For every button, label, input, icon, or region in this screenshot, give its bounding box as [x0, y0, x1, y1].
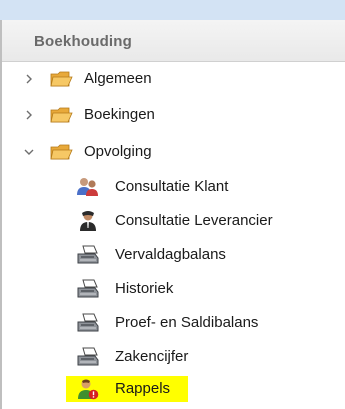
chevron-right-icon[interactable]	[22, 72, 36, 86]
user-warning-icon	[76, 378, 100, 400]
tree-group-label: Opvolging	[84, 143, 152, 160]
window-top-bar	[0, 0, 345, 20]
user-icon	[76, 210, 100, 232]
tree-group-label: Algemeen	[84, 70, 152, 87]
tree-item-vervaldagbalans[interactable]: Vervaldagbalans	[2, 238, 342, 272]
tree-item-consultatie-leverancier[interactable]: Consultatie Leverancier	[2, 204, 342, 238]
users-icon	[76, 176, 100, 198]
tree-group-opvolging[interactable]: Opvolging	[2, 135, 342, 169]
tree-group-algemeen[interactable]: Algemeen	[2, 62, 342, 96]
tree-item-label: Historiek	[115, 280, 174, 297]
tree-item-label: Rappels	[115, 380, 171, 397]
folder-icon	[49, 104, 73, 126]
tree-item-label: Consultatie Leverancier	[115, 212, 273, 229]
tree-item-historiek[interactable]: Historiek	[2, 272, 342, 306]
tree-group-label: Boekingen	[84, 106, 155, 123]
tree-item-proef-en-saldibalans[interactable]: Proef- en Saldibalans	[2, 306, 342, 340]
tree-item-zakencijfer[interactable]: Zakencijfer	[2, 340, 342, 374]
printer-icon	[76, 244, 100, 266]
chevron-down-icon[interactable]	[22, 145, 36, 159]
tree-item-rappels[interactable]: Rappels	[2, 372, 342, 406]
tree-item-consultatie-klant[interactable]: Consultatie Klant	[2, 170, 342, 204]
tree-item-label: Zakencijfer	[115, 348, 189, 365]
panel-header[interactable]: Boekhouding	[2, 20, 345, 62]
tree-group-boekingen[interactable]: Boekingen	[2, 98, 342, 132]
tree-item-label: Proef- en Saldibalans	[115, 314, 259, 331]
printer-icon	[76, 312, 100, 334]
printer-icon	[76, 346, 100, 368]
printer-icon	[76, 278, 100, 300]
tree-item-label: Consultatie Klant	[115, 178, 229, 195]
folder-open-icon	[49, 141, 73, 163]
tree-item-label: Vervaldagbalans	[115, 246, 226, 263]
chevron-right-icon[interactable]	[22, 108, 36, 122]
panel-title: Boekhouding	[34, 33, 133, 50]
folder-icon	[49, 68, 73, 90]
